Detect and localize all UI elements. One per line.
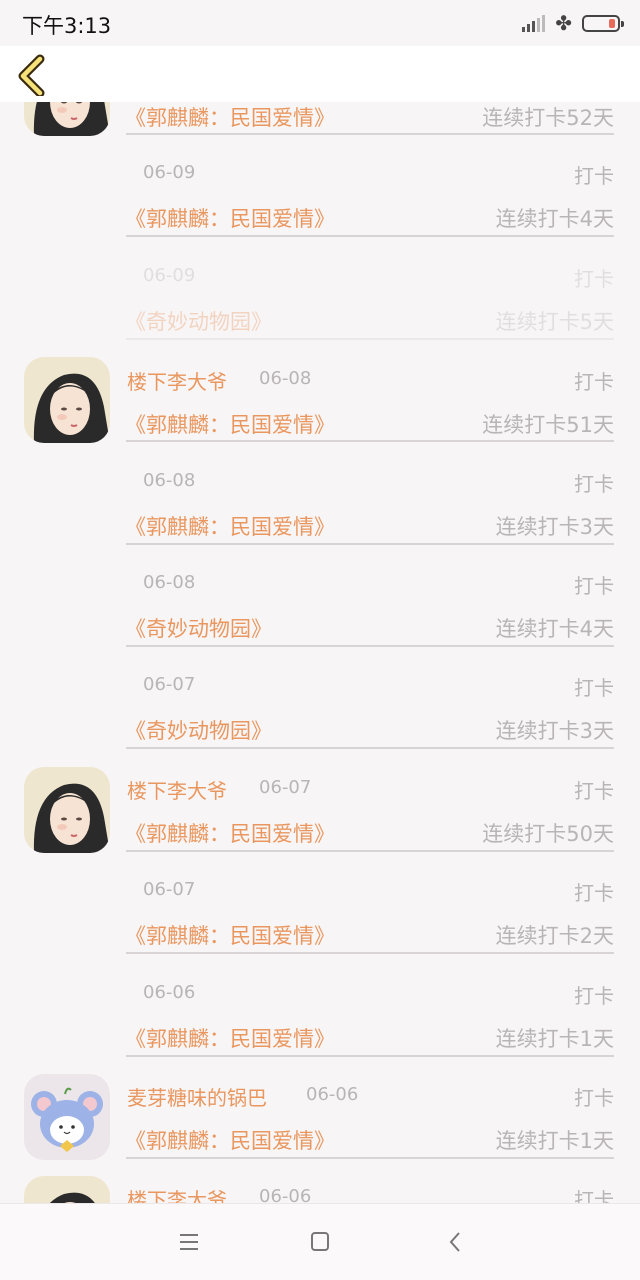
streak-count: 连续打卡5天 (495, 310, 614, 334)
checkin-list: 《郭麒麟：民国爱情》 连续打卡52天 06-09 打卡 《郭麒麟：民国爱情》 连… (0, 0, 640, 1280)
streak-count: 连续打卡1天 (495, 1027, 614, 1051)
course-link[interactable]: 《奇妙动物园》 (125, 306, 272, 336)
checkin-date: 06-06 (143, 982, 196, 1003)
checkin-label: 打卡 (574, 472, 614, 496)
checkin-label: 打卡 (574, 1086, 614, 1110)
list-item[interactable]: 06-07 打卡 《郭麒麟：民国爱情》 连续打卡2天 (0, 877, 640, 979)
divider (126, 133, 614, 135)
course-link[interactable]: 《郭麒麟：民国爱情》 (125, 511, 335, 541)
course-link[interactable]: 《郭麒麟：民国爱情》 (125, 818, 335, 848)
menu-icon[interactable] (174, 1230, 204, 1254)
avatar-girl[interactable] (24, 357, 110, 443)
list-item[interactable]: 06-08 打卡 《郭麒麟：民国爱情》 连续打卡3天 (0, 468, 640, 570)
checkin-label: 打卡 (574, 881, 614, 905)
course-link[interactable]: 《郭麒麟：民国爱情》 (125, 1023, 335, 1053)
streak-count: 连续打卡4天 (495, 207, 614, 231)
list-item[interactable]: 麦芽糖味的锅巴 06-06 打卡 《郭麒麟：民国爱情》 连续打卡1天 (0, 1074, 640, 1184)
course-link[interactable]: 《奇妙动物园》 (125, 613, 272, 643)
course-link[interactable]: 《郭麒麟：民国爱情》 (125, 920, 335, 950)
divider (126, 952, 614, 954)
user-name[interactable]: 楼下李大爷 (127, 366, 227, 395)
divider (126, 543, 614, 545)
checkin-date: 06-09 (143, 162, 196, 183)
avatar-girl[interactable] (24, 767, 110, 853)
checkin-label: 打卡 (574, 370, 614, 394)
divider (126, 338, 614, 340)
checkin-date: 06-07 (143, 879, 196, 900)
divider (126, 645, 614, 647)
divider (126, 1055, 614, 1057)
divider (126, 747, 614, 749)
checkin-date: 06-08 (143, 470, 196, 491)
home-icon[interactable] (305, 1230, 335, 1254)
streak-count: 连续打卡50天 (482, 822, 614, 846)
streak-count: 连续打卡3天 (495, 515, 614, 539)
list-item[interactable]: 06-08 打卡 《奇妙动物园》 连续打卡4天 (0, 570, 640, 672)
checkin-label: 打卡 (574, 267, 614, 291)
checkin-date: 06-07 (259, 777, 312, 798)
checkin-date: 06-09 (143, 265, 196, 286)
list-item[interactable]: 06-07 打卡 《奇妙动物园》 连续打卡3天 (0, 672, 640, 774)
streak-count: 连续打卡1天 (495, 1129, 614, 1153)
course-link[interactable]: 《郭麒麟：民国爱情》 (125, 1125, 335, 1155)
avatar-mouse[interactable] (24, 1074, 110, 1160)
course-link[interactable]: 《郭麒麟：民国爱情》 (125, 409, 335, 439)
checkin-label: 打卡 (574, 574, 614, 598)
divider (126, 850, 614, 852)
checkin-label: 打卡 (574, 676, 614, 700)
streak-count: 连续打卡4天 (495, 617, 614, 641)
streak-count: 连续打卡52天 (482, 106, 614, 130)
checkin-date: 06-08 (143, 572, 196, 593)
checkin-label: 打卡 (574, 164, 614, 188)
user-name[interactable]: 楼下李大爷 (127, 775, 227, 804)
list-item[interactable]: 06-06 打卡 《郭麒麟：民国爱情》 连续打卡1天 (0, 980, 640, 1082)
list-item[interactable]: 06-09 打卡 《奇妙动物园》 连续打卡5天 (0, 263, 640, 365)
back-icon[interactable] (440, 1230, 470, 1254)
course-link[interactable]: 《郭麒麟：民国爱情》 (125, 203, 335, 233)
list-item[interactable]: 楼下李大爷 06-08 打卡 《郭麒麟：民国爱情》 连续打卡51天 (0, 357, 640, 468)
system-nav-bar (0, 1203, 640, 1280)
checkin-date: 06-08 (259, 368, 312, 389)
checkin-label: 打卡 (574, 779, 614, 803)
streak-count: 连续打卡51天 (482, 413, 614, 437)
divider (126, 440, 614, 442)
back-arrow-icon[interactable] (12, 52, 56, 96)
checkin-label: 打卡 (574, 984, 614, 1008)
checkin-date: 06-06 (306, 1084, 359, 1105)
course-link[interactable]: 《郭麒麟：民国爱情》 (125, 102, 335, 132)
course-link[interactable]: 《奇妙动物园》 (125, 715, 272, 745)
checkin-date: 06-07 (143, 674, 196, 695)
list-item[interactable]: 06-09 打卡 《郭麒麟：民国爱情》 连续打卡4天 (0, 160, 640, 262)
streak-count: 连续打卡3天 (495, 719, 614, 743)
nav-bar (0, 46, 640, 102)
streak-count: 连续打卡2天 (495, 924, 614, 948)
divider (126, 235, 614, 237)
divider (126, 1157, 614, 1159)
list-item[interactable]: 楼下李大爷 06-07 打卡 《郭麒麟：民国爱情》 连续打卡50天 (0, 767, 640, 877)
user-name[interactable]: 麦芽糖味的锅巴 (127, 1082, 267, 1111)
